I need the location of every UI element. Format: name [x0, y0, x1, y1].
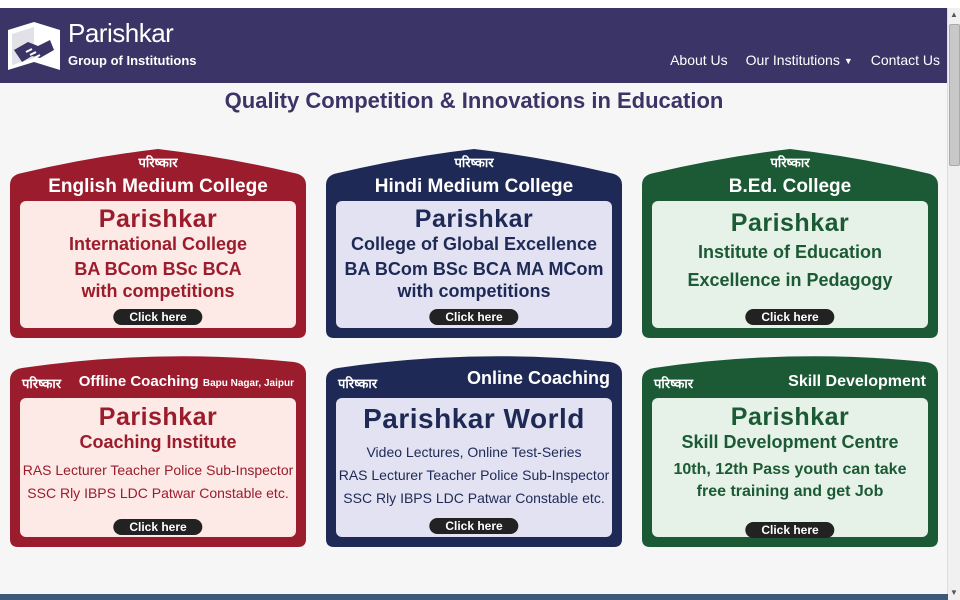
- card-heading: Online Coaching: [466, 368, 610, 388]
- page-headline: Quality Competition & Innovations in Edu…: [224, 88, 724, 113]
- card-brand: Parishkar: [98, 205, 218, 233]
- taskbar: [0, 594, 948, 600]
- card-body: Parishkar Skill Development Centre 10th,…: [652, 403, 928, 503]
- nav-menu: About Us Our Institutions ▼ Contact Us: [670, 52, 940, 68]
- card-tag: परिष्कार: [654, 376, 694, 391]
- card-english-medium-college[interactable]: परिष्कार English Medium College Parishka…: [10, 143, 306, 338]
- card-heading-text: Offline Coaching: [78, 373, 199, 390]
- card-hindi-medium-college[interactable]: परिष्कार Hindi Medium College Parishkar …: [326, 143, 622, 338]
- card-line-1: BA BCom BSc BCA: [74, 259, 242, 279]
- scroll-down-arrow-icon[interactable]: ▼: [948, 586, 960, 600]
- card-heading: Offline Coaching Bapu Nagar, Jaipur: [79, 373, 294, 390]
- card-line-1: Excellence in Pedagogy: [687, 270, 893, 290]
- card-line-1: RAS Lecturer Teacher Police Sub-Inspecto…: [338, 467, 610, 483]
- card-online-coaching[interactable]: परिष्कार Online Coaching Parishkar World…: [326, 352, 622, 547]
- card-name: Institute of Education: [698, 242, 882, 262]
- card-heading-location: Bapu Nagar, Jaipur: [202, 378, 294, 389]
- click-here-button[interactable]: Click here: [745, 309, 835, 325]
- card-tag: परिष्कार: [454, 155, 494, 170]
- click-here-button[interactable]: Click here: [429, 518, 519, 534]
- card-offline-coaching[interactable]: परिष्कार Offline Coaching Bapu Nagar, Ja…: [10, 352, 306, 547]
- card-heading: English Medium College: [48, 176, 268, 197]
- card-name: Skill Development Centre: [681, 432, 899, 452]
- navbar: Parishkar Group of Institutions About Us…: [0, 8, 948, 83]
- card-skill-development[interactable]: परिष्कार Skill Development Parishkar Ski…: [642, 352, 938, 547]
- click-here-button[interactable]: Click here: [113, 519, 203, 535]
- card-tag: परिष्कार: [22, 376, 62, 391]
- card-body: Parishkar Coaching Institute RAS Lecture…: [20, 403, 296, 505]
- card-brand: Parishkar: [730, 209, 850, 237]
- brand-subtitle: Group of Institutions: [68, 53, 197, 68]
- nav-contact-us[interactable]: Contact Us: [871, 52, 940, 68]
- nav-our-institutions-label: Our Institutions: [745, 52, 840, 68]
- card-brand: Parishkar: [98, 403, 218, 431]
- card-name: International College: [68, 234, 248, 254]
- click-here-button[interactable]: Click here: [429, 309, 519, 325]
- scroll-thumb[interactable]: [949, 24, 960, 166]
- scrollbar[interactable]: ▲ ▼: [947, 8, 960, 600]
- nav-our-institutions[interactable]: Our Institutions ▼: [746, 52, 853, 68]
- brand-name[interactable]: Parishkar: [68, 18, 174, 49]
- card-tag: परिष्कार: [338, 376, 378, 391]
- nav-about-us[interactable]: About Us: [670, 52, 728, 68]
- card-brand: Parishkar: [730, 403, 850, 431]
- click-here-button[interactable]: Click here: [745, 522, 835, 538]
- window-top-strip: [0, 0, 960, 8]
- card-line-1: RAS Lecturer Teacher Police Sub-Inspecto…: [22, 462, 294, 478]
- caret-down-icon: ▼: [843, 56, 853, 67]
- scroll-up-arrow-icon[interactable]: ▲: [948, 8, 960, 22]
- card-line-2: SSC Rly IBPS LDC Patwar Constable etc.: [27, 485, 289, 501]
- card-body: Parishkar Institute of Education Excelle…: [652, 209, 928, 291]
- card-tag: परिष्कार: [770, 155, 810, 170]
- card-name: Video Lectures, Online Test-Series: [366, 444, 582, 460]
- card-heading: B.Ed. College: [728, 176, 852, 197]
- card-line-2: with competitions: [397, 281, 551, 301]
- click-here-button[interactable]: Click here: [113, 309, 203, 325]
- card-line-2: free training and get Job: [696, 483, 884, 500]
- card-heading: Hindi Medium College: [374, 176, 574, 197]
- card-line-2: with competitions: [81, 281, 235, 301]
- card-line-1: BA BCom BSc BCA MA MCom: [344, 259, 604, 279]
- card-name: Coaching Institute: [79, 432, 237, 452]
- card-brand: Parishkar: [414, 205, 534, 233]
- handshake-book-logo-icon[interactable]: [4, 16, 64, 78]
- card-tag: परिष्कार: [138, 155, 178, 170]
- card-body: Parishkar College of Global Excellence B…: [336, 205, 612, 302]
- card-line-1: 10th, 12th Pass youth can take: [673, 461, 907, 478]
- card-bed-college[interactable]: परिष्कार B.Ed. College Parishkar Institu…: [642, 143, 938, 338]
- card-brand: Parishkar World: [363, 403, 585, 434]
- card-heading: Skill Development: [788, 373, 926, 390]
- card-line-2: SSC Rly IBPS LDC Patwar Constable etc.: [343, 490, 605, 506]
- card-name: College of Global Excellence: [350, 234, 598, 254]
- card-body: Parishkar International College BA BCom …: [20, 205, 296, 302]
- card-body: Parishkar World Video Lectures, Online T…: [336, 403, 612, 510]
